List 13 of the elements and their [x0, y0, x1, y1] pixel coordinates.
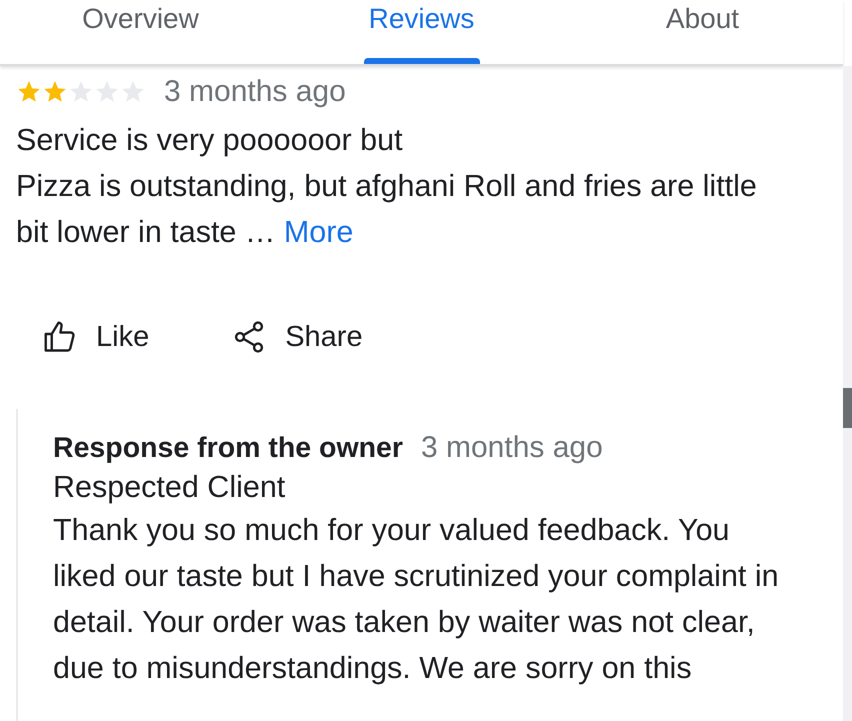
response-greeting: Respected Client [53, 469, 286, 506]
review-time: 3 months ago [164, 75, 346, 109]
tab[interactable]: Overview [0, 0, 281, 64]
response-text: Thank you so much for your valued feedback. You liked our taste but I have scrutinized your complaint in detail. Your order was taken by waiter was not clear, due to misunderstandings. We are sorry on this [53, 512, 780, 687]
review-text: Service is very poooooor but Pizza is outstanding, but afghani Roll and fries are little bit lower in taste … More [16, 122, 758, 251]
response-title: Response from the owner [53, 432, 403, 465]
scrollbar-thumb[interactable] [843, 388, 852, 428]
tab[interactable]: Reviews [281, 0, 562, 64]
like-button[interactable]: Like [42, 315, 150, 359]
tab[interactable]: About [562, 0, 843, 64]
share-button[interactable]: Share [231, 315, 363, 359]
more-link[interactable]: More [284, 215, 354, 249]
response-time: 3 months ago [420, 431, 603, 465]
